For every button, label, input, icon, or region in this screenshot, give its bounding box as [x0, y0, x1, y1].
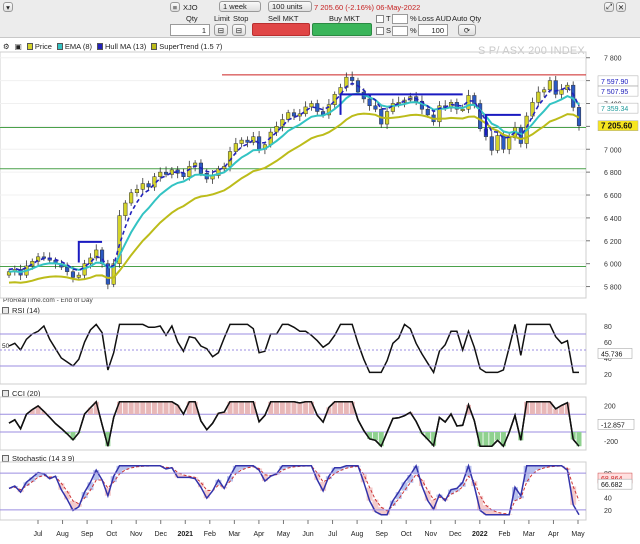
price-tag-label: 7 359.34: [601, 106, 628, 113]
candle-body: [425, 108, 430, 116]
candle-body: [553, 80, 558, 95]
stoch-value-label-2: 66.682: [601, 482, 623, 489]
candle-body: [373, 105, 378, 110]
candle-body: [274, 126, 279, 133]
price-chart[interactable]: 7 8007 6007 4007 2007 0006 8006 6006 400…: [0, 0, 640, 544]
x-axis-label: Nov: [425, 531, 438, 538]
oscillators-layer: [0, 323, 586, 516]
x-axis-label: 2021: [177, 531, 193, 538]
x-axis-label: Jun: [302, 531, 313, 538]
price-tick-label: 6 800: [604, 170, 622, 177]
rsi-left-label: 50: [2, 343, 10, 350]
ema-line: [8, 92, 580, 274]
candle-body: [390, 103, 395, 112]
candle-body: [129, 192, 134, 204]
stoch-tick-label: 20: [604, 508, 612, 515]
x-axis-label: Dec: [449, 531, 462, 538]
cci-tick-label: 200: [604, 403, 616, 410]
x-axis-label: Jul: [328, 531, 337, 538]
candle-body: [559, 89, 564, 95]
candle-body: [536, 91, 541, 103]
price-tick-label: 7 800: [604, 56, 622, 63]
stoch-tick-label: 40: [604, 496, 612, 503]
candle-body: [350, 76, 355, 81]
x-axis-label: May: [277, 531, 291, 538]
x-axis-label: 2022: [472, 531, 488, 538]
candles-layer: [6, 71, 582, 290]
price-tag-label: 7 205.60: [601, 122, 633, 131]
panel-frame-0: [0, 51, 587, 299]
x-axis-label: Apr: [548, 531, 560, 538]
price-tick-label: 6 000: [604, 262, 622, 269]
candle-body: [70, 271, 76, 278]
price-tag-label: 7 507.95: [601, 89, 628, 96]
x-axis-label: Aug: [351, 531, 364, 538]
candle-body: [123, 202, 128, 216]
candle-body: [291, 112, 297, 117]
rsi-tick-label: 60: [604, 340, 612, 347]
candle-body: [76, 274, 81, 278]
rsi-tick-label: 20: [604, 372, 612, 379]
x-axis-label: Sep: [81, 531, 94, 538]
x-axis-label: Mar: [228, 531, 241, 538]
panel-frame-3: [0, 461, 587, 521]
x-axis-label: Jul: [34, 531, 43, 538]
candle-body: [146, 183, 151, 188]
x-axis-label: Oct: [106, 531, 117, 538]
rsi-value-label: 45.736: [601, 351, 623, 358]
candle-body: [367, 98, 372, 107]
x-axis-label: Oct: [401, 531, 412, 538]
candle-body: [571, 84, 576, 108]
candle-body: [65, 266, 70, 272]
candle-body: [158, 171, 163, 177]
candle-body: [187, 166, 192, 177]
candle-body: [233, 143, 238, 152]
candle-body: [245, 139, 250, 143]
price-tick-label: 6 200: [604, 239, 622, 246]
price-tick-label: 6 400: [604, 216, 622, 223]
x-axis-label: Sep: [375, 531, 388, 538]
grid-layer: [0, 51, 587, 521]
candle-body: [547, 80, 552, 91]
candle-body: [140, 183, 145, 190]
x-axis-label: Apr: [253, 531, 265, 538]
candle-body: [542, 89, 547, 93]
price-tick-label: 6 600: [604, 193, 622, 200]
panel-frame-1: [0, 313, 587, 385]
x-axis-label: Feb: [204, 531, 216, 538]
candle-body: [489, 136, 494, 151]
x-axis-label: Aug: [56, 531, 69, 538]
candle-body: [163, 171, 169, 175]
candle-body: [134, 189, 140, 193]
candle-body: [507, 137, 512, 150]
x-axis-label: Dec: [155, 531, 168, 538]
candle-body: [478, 103, 483, 129]
candle-body: [495, 135, 500, 151]
candle-body: [460, 108, 465, 111]
x-axis-label: Nov: [130, 531, 143, 538]
x-axis-label: Feb: [498, 531, 510, 538]
price-tag-label: 7 597.90: [601, 79, 628, 86]
candle-body: [181, 173, 186, 177]
rsi-line: [8, 323, 579, 375]
candle-body: [286, 112, 291, 120]
price-tick-label: 7 000: [604, 147, 622, 154]
rsi-tick-label: 80: [604, 324, 612, 331]
x-axis-label: May: [571, 531, 585, 538]
cci-value-label: -12.857: [601, 422, 625, 429]
x-axis-label: Mar: [523, 531, 536, 538]
candle-body: [472, 95, 477, 104]
cci-tick-label: -200: [604, 439, 618, 446]
price-tick-label: 5 800: [604, 285, 622, 292]
candle-body: [239, 139, 244, 144]
